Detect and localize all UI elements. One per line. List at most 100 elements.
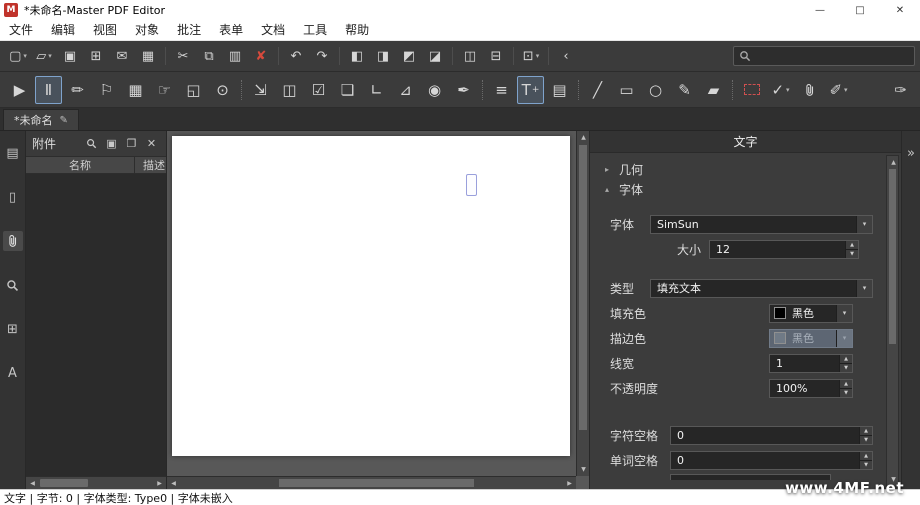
char-spacing-spinner[interactable]: 0 ▲ ▼ <box>670 425 873 445</box>
align-right-button[interactable]: ◨ <box>371 44 395 68</box>
chevron-down-icon[interactable]: ▾ <box>856 215 872 233</box>
add-image-tool-button[interactable]: ▤ <box>546 76 573 104</box>
crop-tool-button[interactable]: ◱ <box>180 76 207 104</box>
title-bar[interactable]: M *未命名-Master PDF Editor — □ ✕ <box>0 0 920 20</box>
distribute-vertical-button[interactable]: ⊟ <box>484 44 508 68</box>
select-area-tool-button[interactable]: ⚐ <box>93 76 120 104</box>
scroll-up-icon[interactable]: ▲ <box>887 156 900 169</box>
spin-up-icon[interactable]: ▲ <box>846 240 858 250</box>
scroll-right-icon[interactable]: ▶ <box>563 477 576 490</box>
search-panel-button[interactable] <box>3 275 23 295</box>
save-all-button[interactable]: ⊞ <box>84 44 108 68</box>
canvas-horizontal-scrollbar[interactable]: ◀ ▶ <box>167 476 576 489</box>
spin-up-icon[interactable]: ▲ <box>860 451 872 461</box>
link-tool-button[interactable]: ⇲ <box>247 76 274 104</box>
pdf-page[interactable] <box>172 136 570 456</box>
scroll-down-icon[interactable]: ▼ <box>577 463 589 476</box>
ellipse-tool-button[interactable]: ○ <box>642 76 669 104</box>
email-button[interactable]: ✉ <box>110 44 134 68</box>
chevron-down-icon[interactable]: ▾ <box>856 279 872 297</box>
text-insert-cursor[interactable] <box>466 174 477 196</box>
line-sort-tool-button[interactable]: ≡ <box>488 76 515 104</box>
edit-forms-tool-button[interactable]: ▦ <box>122 76 149 104</box>
menu-forms[interactable]: 表单 <box>210 20 252 41</box>
document-tab[interactable]: *未命名 ✎ <box>3 109 79 130</box>
rectangle-tool-button[interactable]: ▭ <box>613 76 640 104</box>
type-select[interactable]: 填充文本 ▾ <box>650 278 873 298</box>
chevron-down-icon[interactable]: ▾ <box>836 304 852 322</box>
fonts-panel-button[interactable]: A <box>3 363 23 383</box>
scrollbar-thumb[interactable] <box>889 169 896 344</box>
undo-button[interactable]: ↶ <box>284 44 308 68</box>
navigate-back-button[interactable]: ‹ <box>554 44 578 68</box>
word-spacing-spinner[interactable]: 0 ▲ ▼ <box>670 450 873 470</box>
ruler-tool-button[interactable]: ∟ <box>363 76 390 104</box>
attachments-panel-button[interactable] <box>2 231 23 251</box>
pencil-tool-button[interactable]: ✎ <box>671 76 698 104</box>
note-tool-button[interactable]: ❏ <box>334 76 361 104</box>
line-width-spinner[interactable]: 1 ▲ ▼ <box>769 353 853 373</box>
align-left-button[interactable]: ◧ <box>345 44 369 68</box>
spin-up-icon[interactable]: ▲ <box>840 379 852 389</box>
scrollbar-thumb[interactable] <box>279 479 474 487</box>
align-top-button[interactable]: ◩ <box>397 44 421 68</box>
spin-down-icon[interactable]: ▼ <box>860 435 872 444</box>
spin-up-icon[interactable]: ▲ <box>840 354 852 364</box>
eraser-tool-button[interactable]: ▰ <box>700 76 727 104</box>
media-tool-button[interactable]: ◫ <box>276 76 303 104</box>
highlight-tool-button[interactable]: ✐ ▾ <box>825 76 852 104</box>
scrollbar-thumb[interactable] <box>40 479 88 487</box>
menu-file[interactable]: 文件 <box>0 20 42 41</box>
fit-page-button[interactable]: ⊡ ▾ <box>519 44 543 68</box>
attachments-list[interactable] <box>26 174 166 476</box>
measure-tool-button[interactable]: ⊿ <box>392 76 419 104</box>
font-size-spinner[interactable]: 12 ▲ ▼ <box>709 239 859 259</box>
font-family-select[interactable]: SimSun ▾ <box>650 214 873 234</box>
attach-file-tool-button[interactable] <box>796 76 823 104</box>
canvas-vertical-scrollbar[interactable]: ▲ ▼ <box>576 131 589 476</box>
scrollbar-thumb[interactable] <box>579 145 587 430</box>
close-attachments-panel-button[interactable]: ✕ <box>143 135 160 152</box>
menu-help[interactable]: 帮助 <box>336 20 378 41</box>
menu-view[interactable]: 视图 <box>84 20 126 41</box>
new-document-button[interactable]: ▢ ▾ <box>6 44 30 68</box>
spin-down-icon[interactable]: ▼ <box>840 363 852 372</box>
add-text-tool-button[interactable]: T + <box>517 75 544 104</box>
open-file-button[interactable]: ▱ ▾ <box>32 44 56 68</box>
cut-button[interactable]: ✂ <box>171 44 195 68</box>
search-input[interactable] <box>755 49 909 63</box>
attachments-horizontal-scrollbar[interactable]: ◀ ▶ <box>26 476 166 489</box>
hand-tool-button[interactable]: ☞ <box>151 76 178 104</box>
spin-down-icon[interactable]: ▼ <box>860 460 872 469</box>
save-attachment-button[interactable]: ▣ <box>103 135 120 152</box>
checkbox-tool-button[interactable]: ☑ <box>305 76 332 104</box>
print-button[interactable]: ▦ <box>136 44 160 68</box>
maximize-button[interactable]: □ <box>840 0 880 20</box>
pages-panel-button[interactable]: ▤ <box>3 143 23 163</box>
signature-tool-button[interactable]: ✒ <box>450 76 477 104</box>
document-canvas[interactable]: ▲ ▼ ◀ ▶ <box>167 131 589 489</box>
panel-collapse-button[interactable]: » <box>902 143 920 163</box>
layers-panel-button[interactable]: ⊞ <box>3 319 23 339</box>
close-button[interactable]: ✕ <box>880 0 920 20</box>
scroll-up-icon[interactable]: ▲ <box>577 131 589 144</box>
edit-text-tool-button[interactable]: Ⅱ <box>35 75 62 104</box>
scroll-left-icon[interactable]: ◀ <box>26 477 39 490</box>
menu-tools[interactable]: 工具 <box>294 20 336 41</box>
opacity-spinner[interactable]: 100% ▲ ▼ <box>769 378 853 398</box>
spin-up-icon[interactable]: ▲ <box>860 426 872 436</box>
check-annotation-tool-button[interactable]: ✓ ▾ <box>767 76 794 104</box>
paste-button[interactable]: ▥ <box>223 44 247 68</box>
menu-object[interactable]: 对象 <box>126 20 168 41</box>
delete-button[interactable]: ✘ <box>249 44 273 68</box>
minimize-button[interactable]: — <box>800 0 840 20</box>
redo-button[interactable]: ↷ <box>310 44 334 68</box>
column-header-name[interactable]: 名称 <box>26 157 134 173</box>
edit-object-tool-button[interactable]: ✏ <box>64 76 91 104</box>
select-tool-button[interactable]: ▶ <box>6 76 33 104</box>
search-attachment-button[interactable] <box>83 135 100 152</box>
copy-button[interactable]: ⧉ <box>197 44 221 68</box>
line-tool-button[interactable]: ╱ <box>584 76 611 104</box>
menu-document[interactable]: 文档 <box>252 20 294 41</box>
scroll-left-icon[interactable]: ◀ <box>167 477 180 490</box>
